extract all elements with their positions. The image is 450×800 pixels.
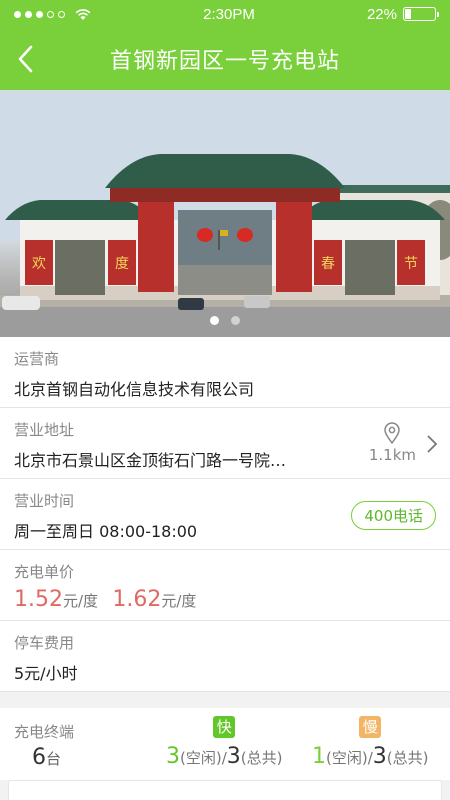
address-value: 北京市石景山区金顶街石门路一号院… (14, 451, 287, 470)
slow-total-label: (总共) (386, 749, 429, 767)
terminals-section: 充电终端 6台 快 3(空闲)/3(总共) 慢 1(空闲)/3(总共) (0, 708, 450, 780)
price-value-1: 1.52 (14, 587, 63, 612)
signal-dot (36, 10, 43, 18)
station-gate-image: 欢 度 春 节 (0, 90, 450, 337)
slow-idle-label: (空闲)/ (326, 749, 373, 767)
nav-bar: 首钢新园区一号充电站 (0, 28, 450, 90)
price-label: 充电单价 (14, 563, 75, 581)
fast-idle-count: 3 (166, 744, 180, 769)
chevron-right-icon (427, 435, 438, 453)
distance-value: 1.1km (368, 446, 416, 464)
parking-value: 5元/小时 (14, 664, 78, 683)
address-row[interactable]: 营业地址 北京市石景山区金顶街石门路一号院… 1.1km (0, 408, 450, 479)
fast-total-label: (总共) (240, 749, 283, 767)
slow-charger-stats: 慢 1(空闲)/3(总共) (312, 716, 428, 769)
slow-total-count: 3 (372, 744, 387, 769)
parking-row: 停车费用 5元/小时 (0, 621, 450, 692)
signal-dot (58, 10, 65, 18)
phone-call-button[interactable]: 400电话 (351, 501, 436, 530)
operator-label: 运营商 (14, 350, 60, 368)
status-time: 2:30PM (203, 5, 255, 23)
fast-availability: 3(空闲)/3(总共) (166, 744, 282, 769)
status-bar: 2:30PM 22% (0, 0, 450, 28)
back-button[interactable] (10, 42, 40, 76)
station-photo-carousel[interactable]: 欢 度 春 节 (0, 90, 450, 337)
fast-idle-label: (空闲)/ (180, 749, 227, 767)
parking-label: 停车费用 (14, 634, 75, 652)
carousel-dot[interactable] (231, 316, 240, 325)
hours-row: 营业时间 周一至周日 08:00-18:00 400电话 (0, 479, 450, 550)
next-card-peek (0, 780, 450, 800)
price-unit-2: 元/度 (161, 592, 197, 610)
signal-indicator (14, 8, 91, 20)
battery-percent: 22% (366, 5, 397, 23)
wifi-icon (75, 8, 91, 20)
header: 2:30PM 22% 首钢新园区一号充电站 (0, 0, 450, 90)
price-row: 充电单价 1.52元/度 1.62元/度 (0, 550, 450, 621)
fast-total-count: 3 (226, 744, 241, 769)
operator-row: 运营商 北京首钢自动化信息技术有限公司 (0, 337, 450, 408)
battery-fill (404, 9, 412, 19)
location-pin-icon (384, 422, 401, 444)
carousel-dot[interactable] (210, 316, 219, 325)
slow-badge: 慢 (359, 716, 382, 738)
banner-sign-char: 度 (115, 256, 129, 272)
banner-sign-char: 节 (404, 256, 418, 272)
signal-dot (14, 10, 21, 18)
fast-badge: 快 (213, 716, 236, 738)
chevron-left-icon (18, 45, 33, 73)
battery-icon (402, 7, 439, 21)
banner-sign-char: 欢 (32, 256, 46, 272)
price-value-2: 1.62 (112, 587, 162, 612)
operator-value: 北京首钢自动化信息技术有限公司 (14, 380, 255, 399)
station-info: 运营商 北京首钢自动化信息技术有限公司 营业地址 北京市石景山区金顶街石门路一号… (0, 337, 450, 692)
terminals-count-number: 6 (32, 745, 46, 770)
price-values: 1.52元/度 1.62元/度 (14, 587, 436, 612)
page-title: 首钢新园区一号充电站 (109, 49, 340, 74)
slow-availability: 1(空闲)/3(总共) (312, 744, 428, 769)
signal-dot (25, 10, 32, 18)
terminals-count-unit: 台 (46, 750, 62, 768)
distance-info: 1.1km (369, 422, 416, 464)
price-unit-1: 元/度 (62, 592, 99, 610)
carousel-indicator (0, 316, 450, 325)
banner-sign-char: 春 (321, 256, 335, 272)
section-divider (0, 692, 450, 708)
signal-dot (47, 10, 54, 18)
slow-idle-count: 1 (312, 744, 326, 769)
fast-charger-stats: 快 3(空闲)/3(总共) (166, 716, 282, 769)
